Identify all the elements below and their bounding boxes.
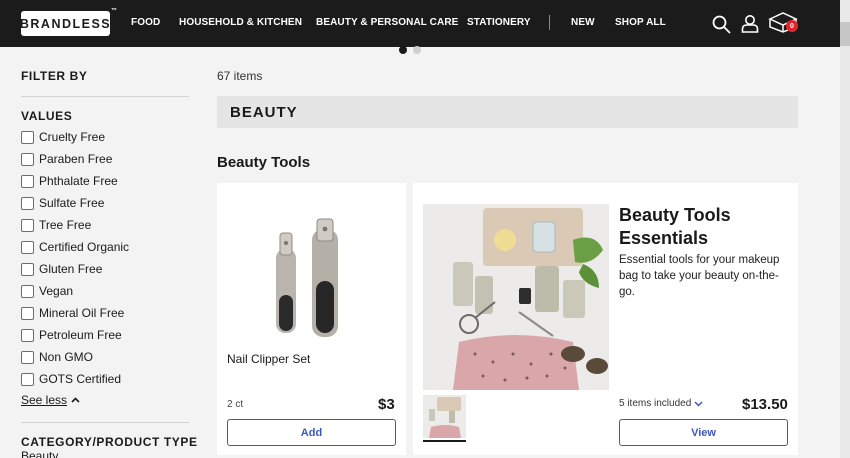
nav-stationery[interactable]: STATIONERY xyxy=(467,17,531,28)
filter-option-certified-organic[interactable]: Certified Organic xyxy=(21,239,129,255)
filter-option-cruelty-free[interactable]: Cruelty Free xyxy=(21,129,105,145)
checkbox[interactable] xyxy=(21,328,34,342)
nav-divider xyxy=(549,15,550,30)
thumbnail-selected-indicator xyxy=(423,440,466,442)
category-banner xyxy=(217,96,798,128)
trademark: ™ xyxy=(111,8,117,14)
brand-logo[interactable]: BRANDLESS xyxy=(20,11,110,36)
chevron-down-icon xyxy=(694,400,703,407)
filter-option-mineral-oil-free[interactable]: Mineral Oil Free xyxy=(21,305,124,321)
category-heading: CATEGORY/PRODUCT TYPE xyxy=(21,435,198,449)
checkbox[interactable] xyxy=(21,262,34,276)
filter-option-label: Tree Free xyxy=(39,218,92,232)
filter-by-heading: FILTER BY xyxy=(21,69,88,83)
filter-option-label: GOTS Certified xyxy=(39,372,122,386)
checkbox[interactable] xyxy=(21,196,34,210)
carousel-dots xyxy=(399,46,421,54)
nav-new[interactable]: NEW xyxy=(571,17,595,28)
user-icon[interactable] xyxy=(741,14,759,33)
checkbox[interactable] xyxy=(21,218,34,232)
category-banner-title: BEAUTY xyxy=(230,104,298,121)
kit-thumbnail[interactable] xyxy=(423,395,466,438)
filter-option-phthalate-free[interactable]: Phthalate Free xyxy=(21,173,118,189)
cart-count-badge: 0 xyxy=(786,20,798,32)
section-title: Beauty Tools xyxy=(217,154,311,171)
carousel-dot-active[interactable] xyxy=(399,46,407,54)
checkbox[interactable] xyxy=(21,306,34,320)
add-to-cart-button[interactable]: Add xyxy=(227,419,396,446)
kit-price: $13.50 xyxy=(742,396,788,413)
product-quantity: 2 ct xyxy=(227,399,244,410)
nail-clipper-image[interactable] xyxy=(270,215,350,343)
filter-option-label: Certified Organic xyxy=(39,240,130,254)
site-header: BRANDLESS ™ FOOD HOUSEHOLD & KITCHEN BEA… xyxy=(0,0,840,47)
checkbox[interactable] xyxy=(21,174,34,188)
filter-option-tree-free[interactable]: Tree Free xyxy=(21,217,91,233)
see-less-link[interactable]: See less xyxy=(21,393,80,407)
checkbox[interactable] xyxy=(21,284,34,298)
view-kit-button[interactable]: View xyxy=(619,419,788,446)
see-less-label: See less xyxy=(21,393,68,407)
checkbox[interactable] xyxy=(21,372,34,386)
chevron-up-icon xyxy=(71,397,80,403)
filter-option-label: Sulfate Free xyxy=(39,196,105,210)
checkbox[interactable] xyxy=(21,240,34,254)
scrollbar-thumb[interactable] xyxy=(840,22,850,46)
filter-option-label: Petroleum Free xyxy=(39,328,122,342)
nav-shop-all[interactable]: SHOP ALL xyxy=(615,17,666,28)
product-price: $3 xyxy=(378,396,395,413)
item-count: 67 items xyxy=(217,69,263,83)
filter-option-gots-certified[interactable]: GOTS Certified xyxy=(21,371,121,387)
kit-description: Essential tools for your makeup bag to t… xyxy=(619,254,780,298)
filter-option-label: Cruelty Free xyxy=(39,130,106,144)
filter-option-label: Vegan xyxy=(39,284,74,298)
filter-option-label: Paraben Free xyxy=(39,152,113,166)
carousel-dot[interactable] xyxy=(413,46,421,54)
nav-household-kitchen[interactable]: HOUSEHOLD & KITCHEN xyxy=(179,17,302,28)
filter-option-sulfate-free[interactable]: Sulfate Free xyxy=(21,195,104,211)
nav-beauty-personal-care[interactable]: BEAUTY & PERSONAL CARE xyxy=(316,17,458,28)
filter-option-label: Non GMO xyxy=(39,350,94,364)
kit-title[interactable]: Beauty Tools Essentials xyxy=(619,204,789,250)
nav-food[interactable]: FOOD xyxy=(131,17,160,28)
divider xyxy=(21,96,189,97)
kit-items-included[interactable]: 5 items included xyxy=(619,398,703,409)
filter-option-label: Gluten Free xyxy=(39,262,103,276)
filter-option-gluten-free[interactable]: Gluten Free xyxy=(21,261,102,277)
filter-option-petroleum-free[interactable]: Petroleum Free xyxy=(21,327,122,343)
product-name[interactable]: Nail Clipper Set xyxy=(227,352,310,366)
kit-product-image[interactable] xyxy=(423,204,609,390)
filter-option-non-gmo[interactable]: Non GMO xyxy=(21,349,93,365)
checkbox[interactable] xyxy=(21,152,34,166)
filter-option-label: Phthalate Free xyxy=(39,174,118,188)
kit-items-included-label: 5 items included xyxy=(619,398,692,409)
search-icon[interactable] xyxy=(712,15,731,34)
checkbox[interactable] xyxy=(21,350,34,364)
values-heading: VALUES xyxy=(21,109,73,123)
filter-option-paraben-free[interactable]: Paraben Free xyxy=(21,151,112,167)
divider xyxy=(21,422,189,423)
filter-option-label: Mineral Oil Free xyxy=(39,306,125,320)
checkbox[interactable] xyxy=(21,130,34,144)
scrollbar[interactable] xyxy=(840,0,850,458)
category-value[interactable]: Beauty xyxy=(21,449,58,458)
filter-option-vegan[interactable]: Vegan xyxy=(21,283,73,299)
